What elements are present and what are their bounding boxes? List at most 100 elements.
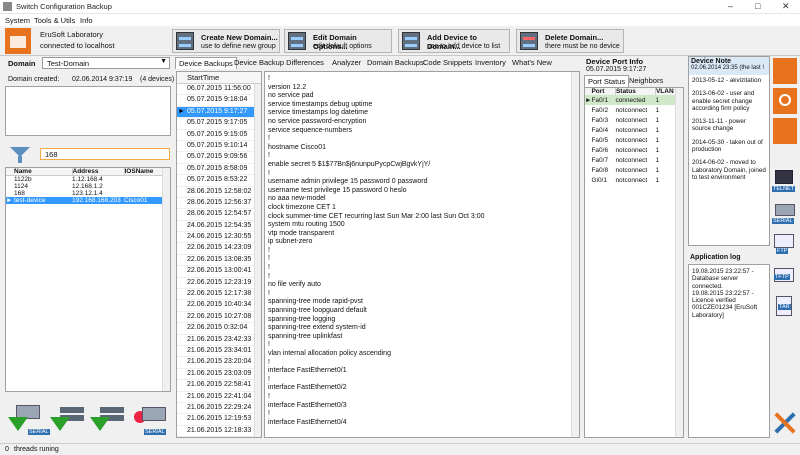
- backup-row[interactable]: 21.06.2015 23:20:04: [177, 357, 261, 369]
- backup-row[interactable]: 05.07.2015 9:17:05: [177, 118, 261, 130]
- tab-device-backups[interactable]: Device Backups: [175, 57, 237, 69]
- config-scrollbar[interactable]: [571, 72, 579, 437]
- config-viewer[interactable]: ! version 12.2 no service pad service times…: [264, 71, 580, 438]
- backup-row[interactable]: 05.07.2015 9:10:14: [177, 141, 261, 153]
- filter-input[interactable]: 168: [40, 148, 170, 160]
- backup-row[interactable]: 22.06.2015 0:32:04: [177, 323, 261, 335]
- port-row[interactable]: Fa0/5 notconnect 1: [585, 135, 675, 145]
- backup-row[interactable]: 05.07.2015 8:58:09: [177, 164, 261, 176]
- port-row[interactable]: ► Fa0/1 connected 1: [585, 95, 675, 105]
- port-scrollbar[interactable]: [675, 88, 683, 437]
- port-row[interactable]: Gi0/1 notconnect 1: [585, 175, 675, 185]
- backup-row[interactable]: 22.06.2015 10:40:34: [177, 300, 261, 312]
- serial-settings-icon[interactable]: SERIAL: [130, 405, 170, 441]
- edit-domain-button[interactable]: Edit Domain Options... edit default opti…: [284, 29, 392, 53]
- create-domain-button[interactable]: Create New Domain... use to define new g…: [172, 29, 280, 53]
- minimize-icon[interactable]: –: [728, 1, 733, 11]
- backup-row[interactable]: 28.06.2015 12:54:57: [177, 209, 261, 221]
- domain-select[interactable]: Test-Domain ▼: [42, 57, 170, 69]
- column-header-starttime[interactable]: StartTime: [177, 72, 261, 84]
- backup-icon[interactable]: [773, 58, 797, 84]
- filter-icon[interactable]: [5, 144, 35, 164]
- backup-row[interactable]: 05.07.2015 9:18:04: [177, 95, 261, 107]
- domain-description[interactable]: [5, 86, 171, 136]
- backup-row[interactable]: 21.06.2015 12:18:33: [177, 426, 261, 437]
- backup-row[interactable]: 05.07.2015 9:09:56: [177, 152, 261, 164]
- tar-icon[interactable]: TAR: [772, 296, 798, 322]
- column-header-status[interactable]: Status: [615, 88, 656, 95]
- menu-info[interactable]: Info: [80, 16, 93, 25]
- table-row-selected[interactable]: ► test-device 192.168.168.203 Cisco01: [6, 197, 164, 204]
- serial-icon[interactable]: SERIAL: [772, 202, 798, 228]
- tab-neighbors[interactable]: Neighbors: [626, 75, 666, 87]
- backup-row-selected[interactable]: ► 05.07.2015 9:17:27: [177, 106, 261, 119]
- log-icon[interactable]: [773, 118, 797, 144]
- download-device-icon[interactable]: [50, 405, 86, 441]
- tab-analyzer[interactable]: Analyzer: [329, 57, 364, 69]
- backup-row[interactable]: 21.06.2015 22:29:24: [177, 403, 261, 415]
- download-serial-icon[interactable]: SERIAL: [8, 405, 50, 441]
- chevron-down-icon[interactable]: ▼: [160, 58, 167, 65]
- backup-row[interactable]: 22.06.2015 14:23:09: [177, 243, 261, 255]
- column-header-address[interactable]: Address: [72, 168, 125, 176]
- table-row[interactable]: 1124 12.168.1.2: [6, 183, 164, 190]
- backup-row[interactable]: 05.07.2015 9:15:05: [177, 130, 261, 141]
- backup-row[interactable]: 21.06.2015 23:03:09: [177, 369, 261, 381]
- menu-tools[interactable]: Tools & Utils: [34, 16, 75, 25]
- tab-inventory[interactable]: Inventory: [472, 57, 509, 69]
- device-scrollbar[interactable]: [162, 168, 170, 391]
- backup-row[interactable]: 05.07.2015 8:53:22: [177, 175, 261, 187]
- tab-whats-new[interactable]: What's New: [509, 57, 555, 69]
- config-line: ip subnet-zero: [268, 238, 313, 246]
- tab-device-backup-differences[interactable]: Device Backup Differences: [231, 57, 327, 69]
- port-row[interactable]: Fa0/3 notconnect 1: [585, 115, 675, 125]
- maximize-icon[interactable]: □: [755, 1, 760, 11]
- backup-row[interactable]: 21.06.2015 23:34:01: [177, 346, 261, 358]
- backup-row[interactable]: 28.06.2015 12:58:02: [177, 187, 261, 198]
- backup-row[interactable]: 22.06.2015 10:27:08: [177, 312, 261, 324]
- tftp-icon[interactable]: TFTP: [772, 266, 798, 292]
- config-line: !: [268, 255, 270, 263]
- backup-row[interactable]: 22.06.2015 13:08:35: [177, 255, 261, 267]
- port-row[interactable]: Fa0/2 notconnect 1: [585, 105, 675, 115]
- port-row[interactable]: Fa0/7 notconnect 1: [585, 155, 675, 165]
- backup-row[interactable]: 21.06.2015 23:42:33: [177, 335, 261, 346]
- ftp-icon[interactable]: FTP: [772, 232, 798, 258]
- tools-icon[interactable]: [772, 410, 798, 436]
- delete-domain-button[interactable]: Delete Domain... there must be no device: [516, 29, 624, 53]
- tab-code-snippets[interactable]: Code Snippets: [420, 57, 475, 69]
- config-line: enable secret 5 $1$77Bn$j6nunpuPycpCwjBg…: [268, 160, 431, 168]
- device-note-text[interactable]: 2013-05-12 - akvizitation 2013-06-02 - us…: [689, 75, 769, 189]
- port-row[interactable]: Fa0/8 notconnect 1: [585, 165, 675, 175]
- backup-row[interactable]: 22.06.2015 13:00:41: [177, 266, 261, 278]
- telnet-icon[interactable]: TELNET: [772, 170, 798, 196]
- backup-row[interactable]: 21.06.2015 12:19:53: [177, 414, 261, 426]
- backup-row[interactable]: 21.06.2015 22:58:41: [177, 380, 261, 392]
- backup-row[interactable]: 21.06.2015 22:41:04: [177, 392, 261, 403]
- backup-row[interactable]: 06.07.2015 11:56:00: [177, 84, 261, 96]
- column-header-port[interactable]: Port: [591, 88, 616, 95]
- column-header-vlan[interactable]: VLAN: [655, 88, 675, 95]
- backup-row[interactable]: 24.06.2015 12:54:35: [177, 221, 261, 233]
- add-device-button[interactable]: Add Device to Domain... use to add devic…: [398, 29, 510, 53]
- tab-domain-backups[interactable]: Domain Backups: [364, 57, 427, 69]
- download-all-icon[interactable]: [90, 405, 126, 441]
- backup-row[interactable]: 24.06.2015 12:30:55: [177, 232, 261, 244]
- backup-scrollbar[interactable]: [254, 84, 261, 437]
- config-line: interface FastEthernet0/4: [268, 418, 347, 426]
- config-line: no file verify auto: [268, 281, 321, 289]
- backup-row[interactable]: 22.06.2015 12:17:38: [177, 289, 261, 301]
- port-row[interactable]: Fa0/6 notconnect 1: [585, 145, 675, 155]
- column-header-iosname[interactable]: IOSName: [124, 168, 164, 176]
- table-row[interactable]: 1122b 1.12.168.4: [6, 176, 164, 183]
- backup-row[interactable]: 22.06.2015 12:23:19: [177, 278, 261, 290]
- table-row[interactable]: 168 123.12.1.4: [6, 190, 164, 197]
- backup-row[interactable]: 28.06.2015 12:56:37: [177, 198, 261, 210]
- menu-system[interactable]: System: [5, 16, 30, 25]
- port-row[interactable]: Fa0/4 notconnect 1: [585, 125, 675, 135]
- tab-port-status[interactable]: Port Status: [584, 75, 630, 87]
- config-line: spanning-tree loopguard default: [268, 307, 367, 315]
- close-icon[interactable]: ✕: [782, 1, 790, 12]
- column-header-name[interactable]: Name: [14, 168, 73, 176]
- edit-icon[interactable]: [773, 88, 797, 114]
